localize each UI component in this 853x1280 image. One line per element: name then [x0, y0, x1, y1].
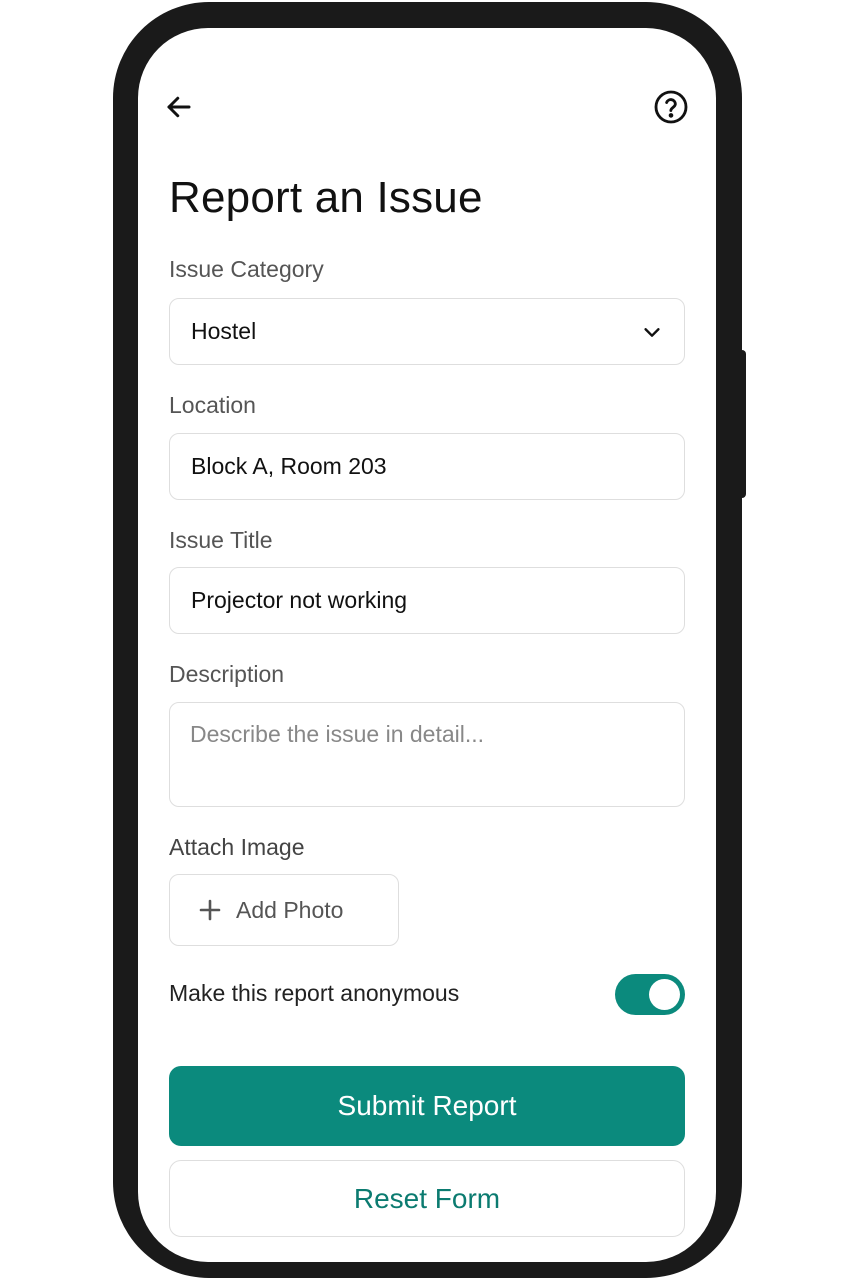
category-value: Hostel — [191, 318, 257, 344]
attach-image-label: Attach Image — [169, 834, 305, 860]
phone-side-button — [738, 350, 746, 498]
help-button[interactable] — [651, 87, 691, 127]
anonymous-toggle[interactable] — [615, 974, 685, 1015]
description-textarea[interactable] — [169, 702, 685, 807]
page-title: Report an Issue — [169, 173, 483, 222]
issue-title-label: Issue Title — [169, 527, 273, 553]
category-select[interactable]: Hostel — [169, 298, 685, 365]
issue-title-value: Projector not working — [191, 587, 408, 613]
anonymous-label: Make this report anonymous — [169, 980, 460, 1006]
chevron-down-icon — [641, 321, 663, 343]
toggle-knob — [649, 979, 680, 1010]
plus-icon — [198, 898, 222, 922]
location-value: Block A, Room 203 — [191, 453, 387, 479]
submit-report-button[interactable]: Submit Report — [169, 1066, 685, 1146]
reset-form-button[interactable]: Reset Form — [169, 1160, 685, 1237]
category-label: Issue Category — [169, 256, 324, 282]
add-photo-button[interactable]: Add Photo — [169, 874, 399, 946]
description-label: Description — [169, 661, 285, 687]
issue-title-input[interactable]: Projector not working — [169, 567, 685, 634]
help-circle-icon — [654, 90, 688, 124]
app-screen: Report an Issue Issue Category Hostel Lo… — [138, 28, 716, 1262]
add-photo-label: Add Photo — [236, 896, 344, 923]
arrow-left-icon — [167, 96, 191, 118]
back-button[interactable] — [160, 88, 198, 126]
location-label: Location — [169, 392, 256, 418]
location-input[interactable]: Block A, Room 203 — [169, 433, 685, 500]
